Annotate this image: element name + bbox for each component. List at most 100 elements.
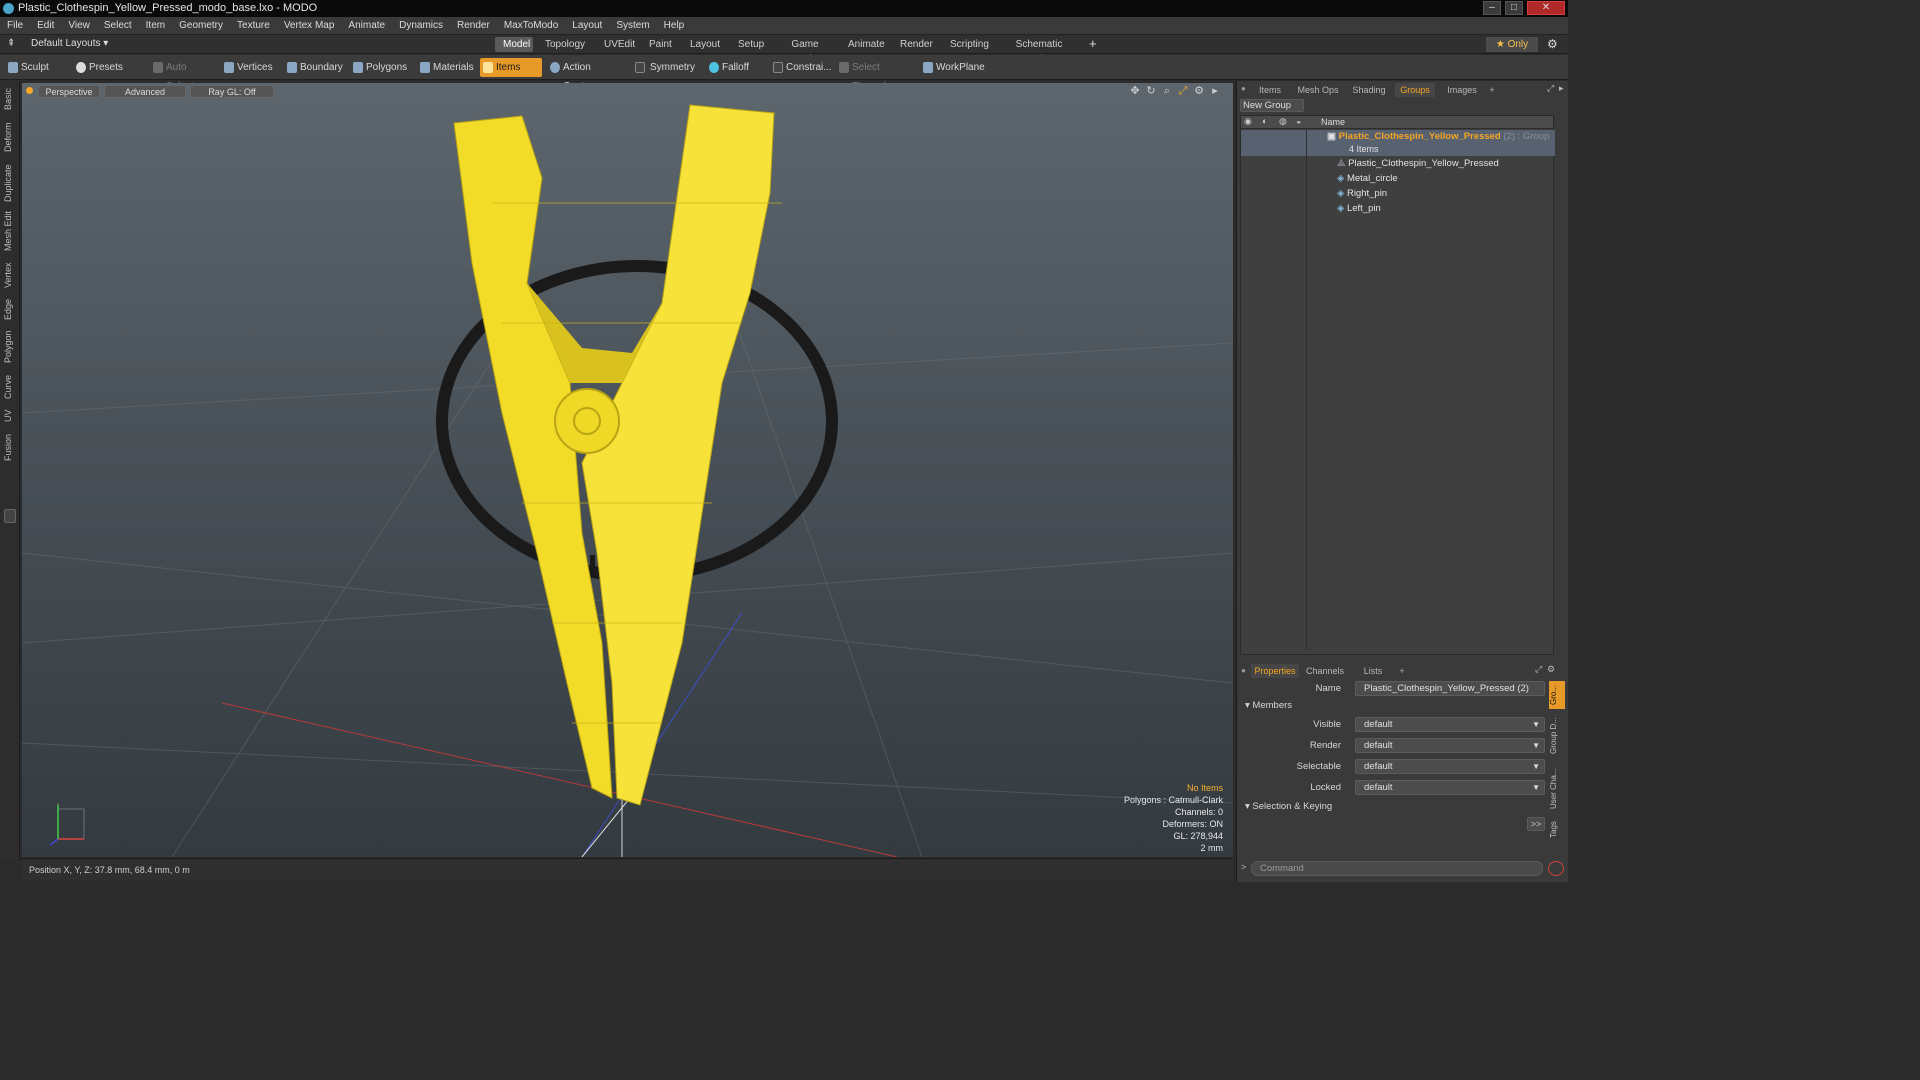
side-tab-user-channels[interactable]: User Cha... [1549,763,1565,815]
expand-icon[interactable]: ⤢ [1535,664,1542,675]
zoom-icon[interactable]: ⌕ [1161,85,1173,97]
list-item[interactable]: ◈ Left_pin [1337,202,1381,216]
vtab-uv[interactable]: UV [3,407,17,425]
sculpt-button[interactable]: Sculpt [5,58,69,77]
vtab-vertex[interactable]: Vertex [3,259,17,291]
tab-schematic-fusion[interactable]: Schematic Fusion [997,37,1081,65]
falloff-button[interactable]: Falloff [706,58,766,77]
expand-icon[interactable]: ⤢ [1547,83,1554,94]
select-through-button[interactable]: Select Through [836,58,916,92]
action-center-button[interactable]: Action Center [547,58,627,92]
side-tab-group[interactable]: Gro... [1549,681,1565,709]
render-dropdown[interactable]: default ▼ [1355,738,1545,753]
tab-lists[interactable]: Lists [1353,664,1393,678]
constraints-button[interactable]: Constrai... [770,58,832,77]
boundary-button[interactable]: Boundary [284,58,348,77]
auto-select-button[interactable]: Auto Select [150,58,218,92]
vtab-polygon[interactable]: Polygon [3,327,17,367]
materials-button[interactable]: Materials [417,58,475,77]
menu-system[interactable]: System [609,20,656,31]
vtab-basic[interactable]: Basic [3,85,17,113]
menu-select[interactable]: Select [97,20,139,31]
selection-keying-section[interactable]: ▾ Selection & Keying [1245,801,1332,812]
menu-vertex-map[interactable]: Vertex Map [277,20,342,31]
render-icon[interactable]: ◐ [1262,116,1267,126]
tab-images[interactable]: Images [1439,83,1485,97]
vtab-deform[interactable]: Deform [3,119,17,155]
tab-setup[interactable]: Setup [730,37,770,52]
palette-toggle-button[interactable] [4,509,16,523]
viewport-gear-icon[interactable]: ⚙ [1193,85,1205,97]
tab-render[interactable]: Render [892,37,937,52]
pan-icon[interactable]: ✥ [1129,85,1141,97]
menu-layout[interactable]: Layout [565,20,609,31]
raygl-button[interactable]: Ray GL: Off [190,85,274,98]
menu-item[interactable]: Item [139,20,172,31]
tab-shading[interactable]: Shading [1345,83,1393,97]
tab-channels[interactable]: Channels [1303,664,1347,678]
name-field[interactable]: Plastic_Clothespin_Yellow_Pressed (2) [1355,681,1545,696]
polygons-button[interactable]: Polygons [350,58,410,77]
selectable-dropdown[interactable]: default ▼ [1355,759,1545,774]
close-button[interactable]: ✕ [1527,1,1565,15]
menu-render[interactable]: Render [450,20,497,31]
presets-button[interactable]: Presets [73,58,135,77]
menu-view[interactable]: View [61,20,97,31]
tab-game-tools[interactable]: Game Tools [775,37,835,65]
tab-model[interactable]: Model [495,37,533,52]
add-tab-button[interactable]: + [1089,36,1097,51]
menu-help[interactable]: Help [657,20,692,31]
record-icon[interactable] [1548,861,1564,876]
menu-dynamics[interactable]: Dynamics [392,20,450,31]
maximize-button[interactable]: □ [1505,1,1523,15]
only-toggle[interactable]: ★ Only [1486,37,1538,52]
vtab-fusion[interactable]: Fusion [3,431,17,463]
menu-animate[interactable]: Animate [341,20,392,31]
layout-preset-dropdown[interactable]: Default Layouts ▾ [31,38,108,49]
tab-items[interactable]: Items [1257,83,1283,97]
view-perspective-button[interactable]: Perspective [38,85,100,98]
more-button[interactable]: >> [1527,817,1545,831]
vtab-edge[interactable]: Edge [3,297,17,321]
menu-texture[interactable]: Texture [230,20,277,31]
tab-uvedit[interactable]: UVEdit [596,37,636,52]
vertices-button[interactable]: Vertices [221,58,279,77]
minimize-button[interactable]: – [1483,1,1501,15]
locked-dropdown[interactable]: default ▼ [1355,780,1545,795]
vtab-mesh-edit[interactable]: Mesh Edit [3,209,17,253]
list-item[interactable]: ⟁ Plastic_Clothespin_Yellow_Pressed [1337,157,1499,171]
tab-scripting[interactable]: Scripting [942,37,992,52]
members-section[interactable]: ▾ Members [1245,700,1292,711]
lock-icon[interactable]: ◒ [1296,116,1301,126]
tab-groups[interactable]: Groups [1395,83,1435,97]
visibility-eye-icon[interactable]: ◉ [1244,116,1252,127]
add-panel-tab-button[interactable]: + [1485,83,1499,97]
tab-paint[interactable]: Paint [641,37,677,52]
menu-maxtomodo[interactable]: MaxToModo [497,20,565,31]
rotate-icon[interactable]: ↻ [1145,85,1157,97]
select-lock-icon[interactable]: ◍ [1279,116,1287,127]
fit-icon[interactable]: ⤢ [1177,85,1189,97]
panel-menu-icon[interactable]: ▸ [1559,83,1564,94]
layout-arrow-icon[interactable]: ⇞ [7,38,15,49]
prop-gear-icon[interactable]: ⚙ [1547,664,1555,675]
gear-icon[interactable]: ⚙ [1547,37,1558,51]
visible-dropdown[interactable]: default ▼ [1355,717,1545,732]
tab-animate[interactable]: Animate [840,37,888,52]
vtab-curve[interactable]: Curve [3,373,17,401]
symmetry-button[interactable]: Symmetry [632,58,698,77]
menu-geometry[interactable]: Geometry [172,20,230,31]
menu-edit[interactable]: Edit [30,20,61,31]
tab-mesh-ops[interactable]: Mesh Ops [1295,83,1341,97]
list-item[interactable]: ◈ Metal_circle [1337,172,1398,186]
add-prop-tab-button[interactable]: + [1395,664,1409,678]
3d-viewport[interactable]: Perspective Advanced Ray GL: Off ✥ ↻ ⌕ ⤢… [22,83,1233,857]
new-group-button[interactable]: New Group [1240,99,1304,112]
tab-topology[interactable]: Topology [537,37,592,52]
tab-properties[interactable]: Properties [1251,664,1299,678]
side-tab-tags[interactable]: Tags [1549,819,1565,841]
command-input[interactable]: Command [1251,861,1543,876]
vtab-duplicate[interactable]: Duplicate [3,161,17,205]
items-button[interactable]: Items [480,58,542,77]
side-tab-group-display[interactable]: Group D... [1549,713,1565,759]
